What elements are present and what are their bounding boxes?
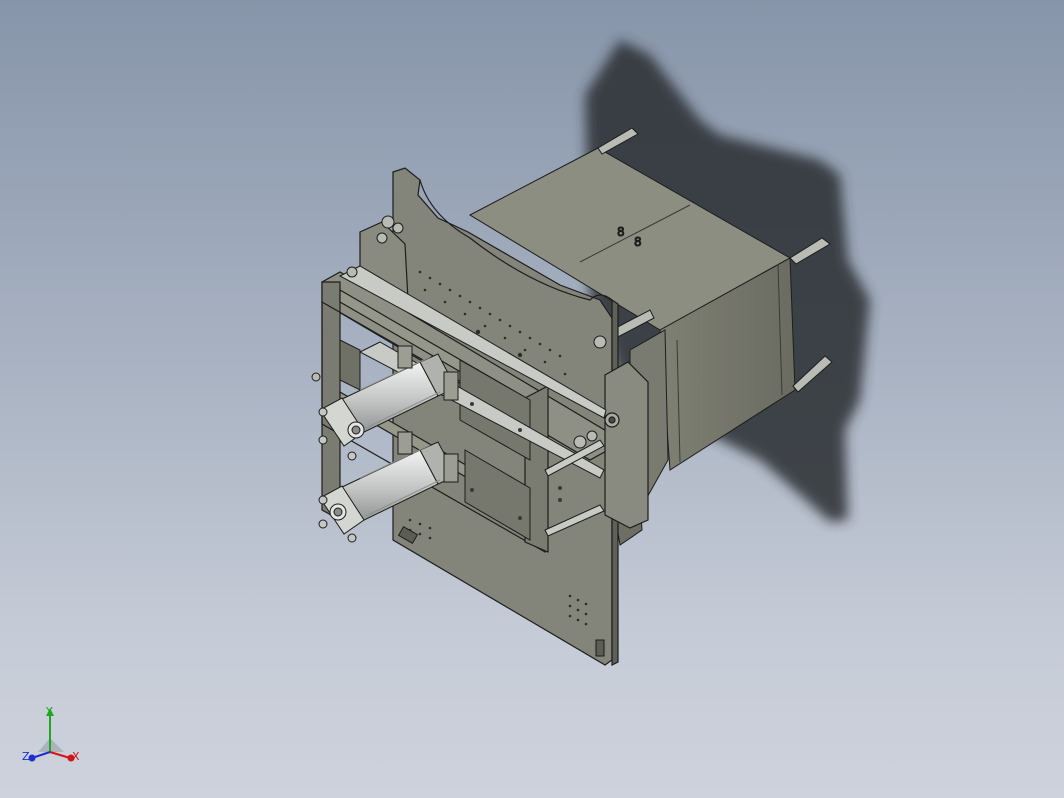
svg-text:8: 8 <box>634 235 642 249</box>
x-axis-arrow <box>49 751 71 759</box>
side-bracket <box>604 361 649 529</box>
graphics-viewport[interactable]: 8 8 Y X Z <box>0 0 1064 798</box>
y-axis-label: Y <box>46 705 53 718</box>
svg-text:8: 8 <box>617 225 625 239</box>
z-axis-label: Z <box>22 750 30 763</box>
x-axis-label: X <box>72 750 80 763</box>
cad-assembly-model[interactable]: 8 8 <box>0 0 1064 798</box>
